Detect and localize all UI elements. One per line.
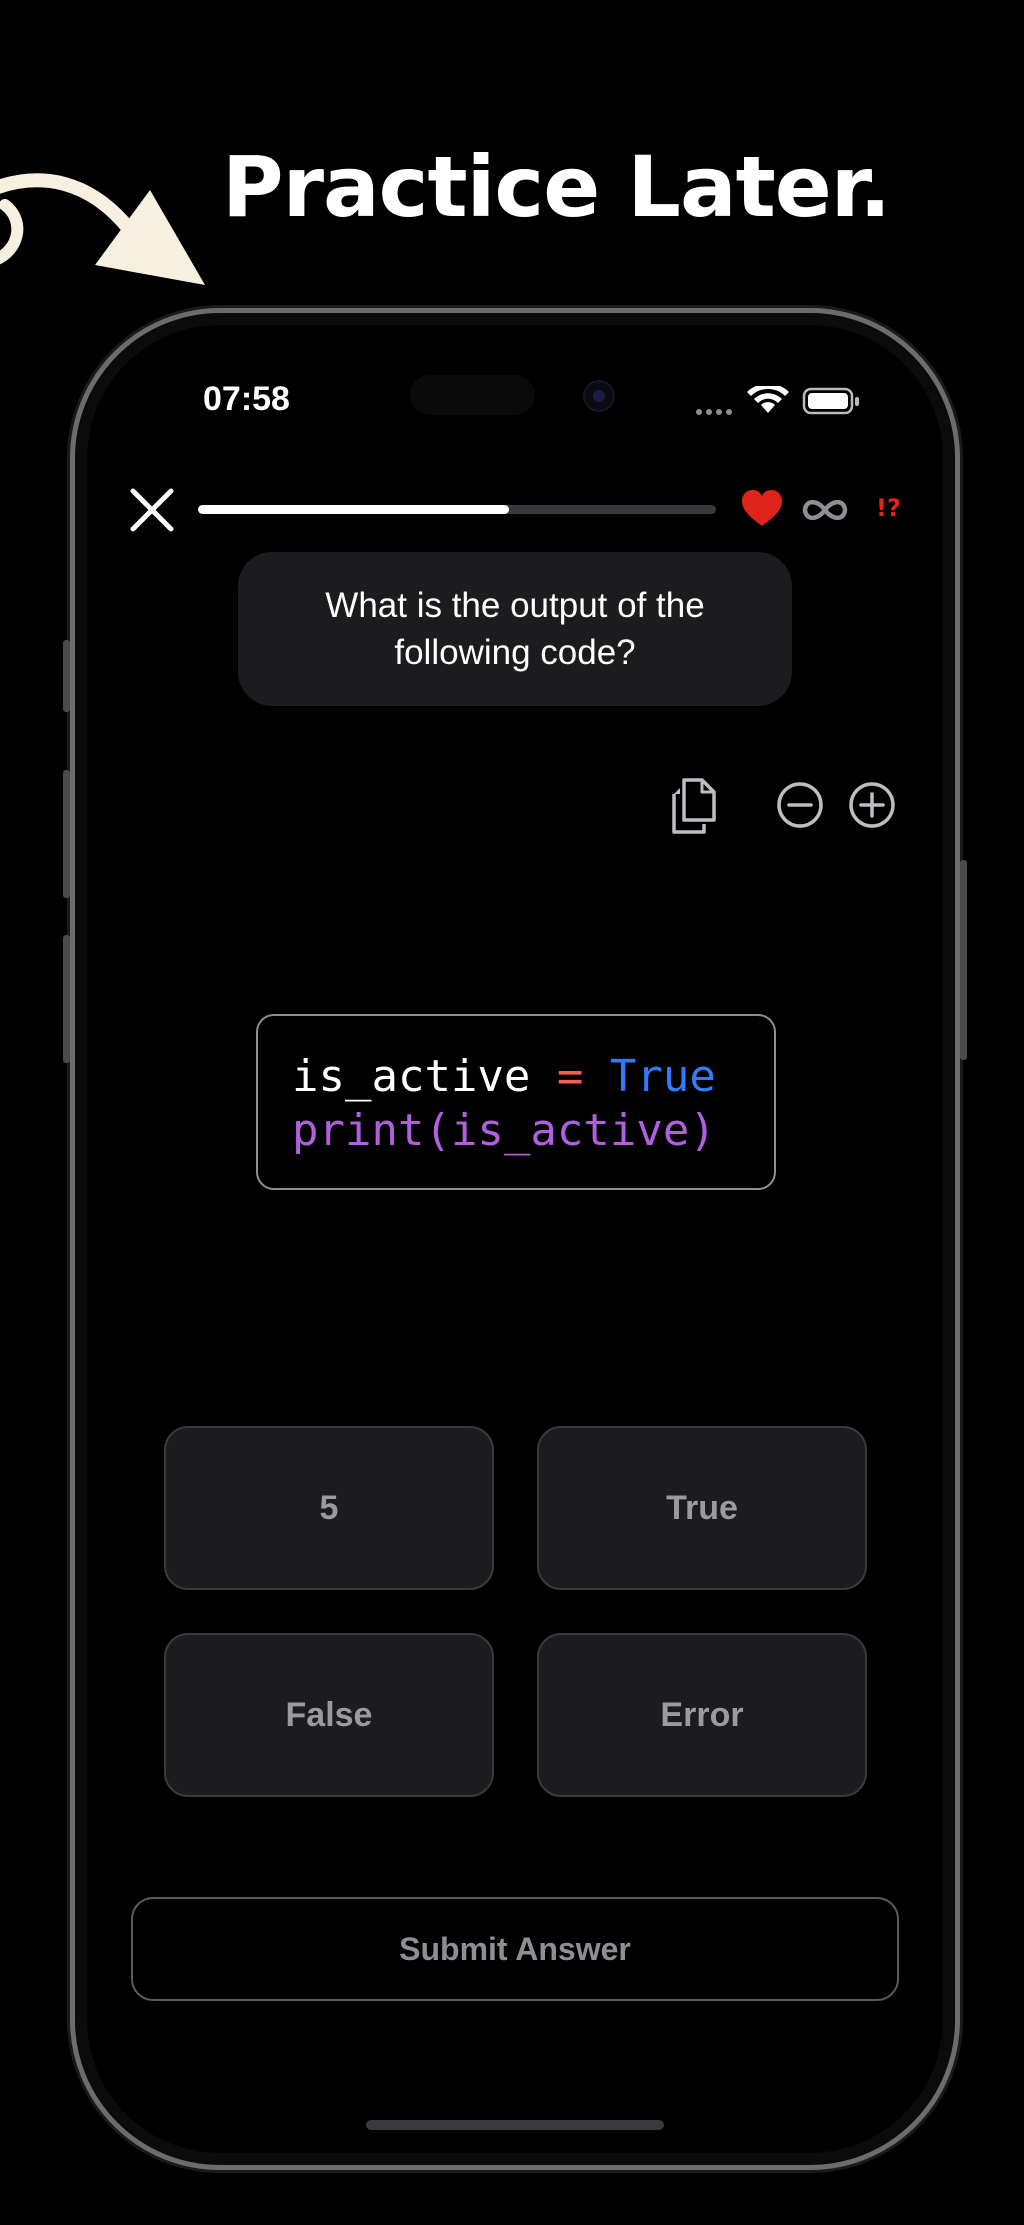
zoom-in-icon[interactable] (847, 780, 897, 830)
answer-option-false[interactable]: False (164, 1633, 494, 1797)
submit-answer-button[interactable]: Submit Answer (131, 1897, 899, 2001)
code-token: is_active (292, 1051, 557, 1102)
lives-value: ∞ (800, 494, 801, 495)
close-icon[interactable] (127, 485, 177, 535)
home-indicator (366, 2120, 664, 2130)
page: Practice Later. 07:58 ∞ !? What is the o… (0, 0, 1024, 2225)
code-token: True (609, 1051, 716, 1102)
cellular-signal-icon (696, 409, 732, 415)
hint-icon[interactable]: !? (876, 494, 901, 522)
infinity-icon: ∞ (800, 494, 848, 521)
curved-arrow-icon (0, 173, 205, 285)
phone-side-button (63, 935, 70, 1063)
code-block: is_active = True print(is_active) (256, 1014, 776, 1190)
question-bubble: What is the output of the following code… (238, 552, 792, 706)
camera-icon (583, 380, 615, 412)
code-line: print(is_active) (292, 1104, 774, 1158)
headline: Practice Later. (222, 138, 891, 236)
answer-option-5[interactable]: 5 (164, 1426, 494, 1590)
copy-icon[interactable] (668, 776, 720, 836)
dynamic-island (410, 375, 535, 415)
progress-fill (198, 505, 509, 514)
code-token: print(is_active) (292, 1105, 716, 1156)
phone-side-button (960, 860, 967, 1060)
wifi-icon (747, 386, 789, 413)
battery-icon (802, 387, 859, 415)
answer-option-error[interactable]: Error (537, 1633, 867, 1797)
status-icons (696, 386, 859, 415)
phone-side-button (63, 770, 70, 898)
progress-bar (198, 505, 716, 514)
code-line: is_active = True (292, 1050, 774, 1104)
heart-icon (742, 490, 782, 526)
status-time: 07:58 (203, 380, 290, 418)
code-token: = (556, 1051, 584, 1102)
phone-side-button (63, 640, 70, 712)
answer-option-true[interactable]: True (537, 1426, 867, 1590)
zoom-out-icon[interactable] (775, 780, 825, 830)
